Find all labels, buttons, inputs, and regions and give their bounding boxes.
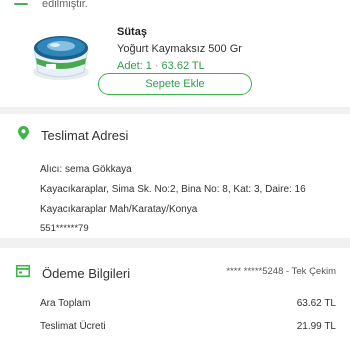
subtotal-row: Ara Toplam 63.62 TL [40,298,336,309]
payment-info-section: Ödeme Bilgileri **** *****5248 - Tek Çek… [0,248,350,350]
add-to-cart-button[interactable]: Sepete Ekle [98,73,252,95]
subtotal-value: 63.62 TL [296,298,336,309]
shipping-fee-label: Teslimat Ücreti [40,321,106,332]
address-line-2: Kayacıkaraplar Mah/Karatay/Konya [40,204,198,215]
card-info: **** *****5248 - Tek Çekim [226,266,336,277]
address-line-1: Kayacıkaraplar, Sima Sk. No:2, Bina No: … [40,184,306,195]
status-line-icon [14,3,28,5]
payment-title: Ödeme Bilgileri [42,265,131,281]
subtotal-label: Ara Toplam [40,298,91,309]
shipping-fee-value: 21.99 TL [296,321,336,332]
product-image [24,28,98,84]
product-info: Sütaş Yoğurt Kaymaksız 500 Gr Adet: 1 · … [117,26,242,73]
payment-header: Ödeme Bilgileri [16,264,130,282]
order-status-row: edilmiştir. [14,0,88,14]
product-name: Yoğurt Kaymaksız 500 Gr [117,43,242,55]
product-quantity-price: Adet: 1 · 63.62 TL [117,60,242,73]
delivery-address-section: Teslimat Adresi Alıcı: sema Gökkaya Kaya… [0,114,350,238]
shipping-fee-row: Teslimat Ücreti 21.99 TL [40,321,336,332]
product-quantity: Adet: 1 [117,60,152,72]
location-pin-icon [18,126,29,145]
address-title: Teslimat Adresi [41,128,129,143]
address-header: Teslimat Adresi [18,126,128,145]
address-phone: 551******79 [40,223,89,234]
product-brand: Sütaş [117,26,147,38]
order-status-text: edilmiştir. [42,0,88,10]
separator-dot: · [154,60,159,72]
order-item-card: edilmiştir. Sütaş Yoğurt Kaymaksız 500 G… [0,0,350,107]
product-price: 63.62 TL [161,60,205,72]
card-icon [16,264,30,282]
address-recipient: Alıcı: sema Gökkaya [40,164,132,175]
